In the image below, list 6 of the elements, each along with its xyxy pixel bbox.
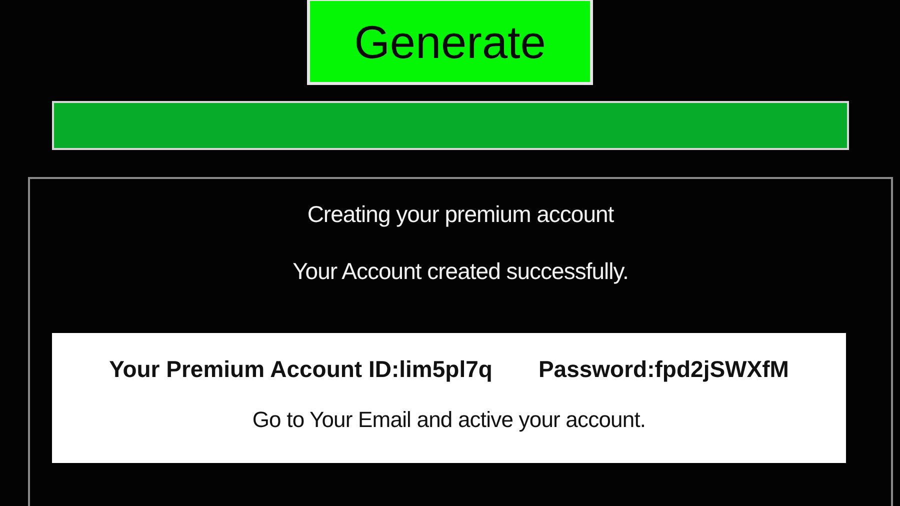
status-text: Creating your premium account xyxy=(307,201,614,229)
account-id-text: Your Premium Account ID:lim5pl7q xyxy=(109,356,492,383)
status-text: Your Account created successfully. xyxy=(292,258,628,286)
generate-button[interactable]: Generate xyxy=(307,0,593,85)
password-text: Password:fpd2jSWXfM xyxy=(538,356,789,383)
email-note: Go to Your Email and active your account. xyxy=(252,407,646,433)
